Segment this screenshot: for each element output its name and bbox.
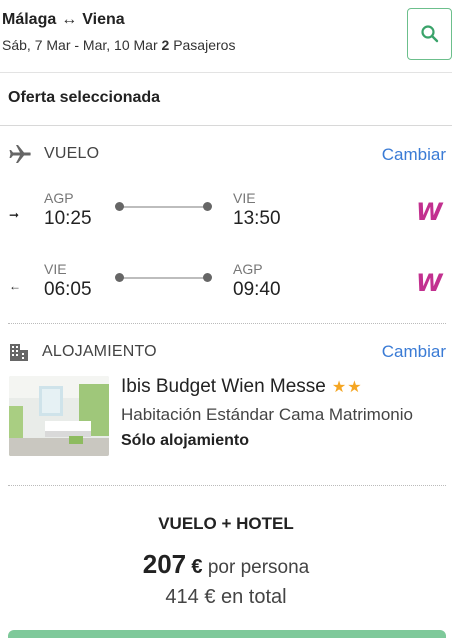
star-icon: ★ (331, 379, 348, 396)
hotel-section-header: ALOJAMIENTO (8, 342, 157, 362)
passenger-label: Pasajeros (173, 37, 236, 53)
change-flight-link[interactable]: Cambiar (382, 145, 446, 165)
price-total: 414 € en total (0, 586, 452, 609)
package-label: VUELO + HOTEL (158, 514, 294, 533)
origin-city: Málaga (2, 11, 57, 28)
flight-path-line (120, 206, 208, 208)
currency-symbol: € (204, 586, 216, 608)
price-per-person: 207 € por persona (0, 549, 452, 580)
passenger-count: 2 (161, 37, 170, 53)
star-rating: ★★ (332, 377, 363, 397)
flight-section-header: VUELO (8, 144, 99, 164)
continue-button[interactable] (8, 630, 446, 638)
currency-symbol: € (191, 556, 203, 578)
origin-dot (115, 202, 124, 211)
arrow-right-icon: ➞ (9, 208, 20, 222)
departure-time: 06:05 (44, 279, 92, 300)
origin-dot (115, 273, 124, 282)
airplane-icon (9, 145, 31, 163)
arrival-time: 13:50 (233, 208, 281, 229)
section-divider (8, 323, 446, 324)
total-amount: 414 (165, 586, 199, 608)
swap-arrows-icon: ↔ (61, 11, 78, 28)
section-divider (8, 485, 446, 486)
arrival-airport: AGP (233, 261, 263, 277)
flight-section-label: VUELO (44, 145, 100, 162)
arrival-time: 09:40 (233, 279, 281, 300)
departure-time: 10:25 (44, 208, 92, 229)
flight-leg-return: ← VIE 06:05 AGP 09:40 W (0, 261, 452, 311)
departure-airport: AGP (44, 190, 74, 206)
price-per-person-amount: 207 (142, 549, 187, 579)
search-icon (420, 25, 438, 43)
total-label: en total (221, 586, 287, 608)
destination-dot (203, 273, 212, 282)
date-range: Sáb, 7 Mar - Mar, 10 Mar (2, 37, 158, 53)
search-button[interactable] (407, 8, 452, 60)
search-summary-header: Málaga ↔ Viena Sáb, 7 Mar - Mar, 10 Mar … (0, 0, 452, 73)
airline-logo: W (416, 269, 443, 297)
hotel-name[interactable]: Ibis Budget Wien Messe (121, 376, 326, 398)
airline-logo: W (416, 198, 443, 226)
per-person-label: por persona (207, 557, 310, 578)
flight-leg-outbound: ➞ AGP 10:25 VIE 13:50 W (0, 190, 452, 240)
route-title: Málaga ↔ Viena (2, 11, 125, 29)
hotel-name-row: Ibis Budget Wien Messe ★★ (121, 376, 363, 398)
destination-dot (203, 202, 212, 211)
destination-city: Viena (82, 11, 125, 28)
room-type: Habitación Estándar Cama Matrimonio (121, 405, 413, 424)
offer-title: Oferta seleccionada (8, 89, 161, 106)
change-hotel-link[interactable]: Cambiar (382, 342, 446, 362)
divider (0, 125, 452, 126)
star-icon: ★ (347, 379, 363, 396)
trip-dates: Sáb, 7 Mar - Mar, 10 Mar 2 Pasajeros (2, 37, 235, 53)
hotel-photo[interactable] (9, 376, 109, 456)
arrival-airport: VIE (233, 190, 256, 206)
building-icon (10, 344, 28, 361)
board-type: Sólo alojamiento (121, 432, 250, 449)
arrow-left-icon: ← (9, 279, 21, 293)
departure-airport: VIE (44, 261, 67, 277)
flight-path-line (120, 277, 208, 279)
hotel-section-label: ALOJAMIENTO (42, 343, 157, 360)
